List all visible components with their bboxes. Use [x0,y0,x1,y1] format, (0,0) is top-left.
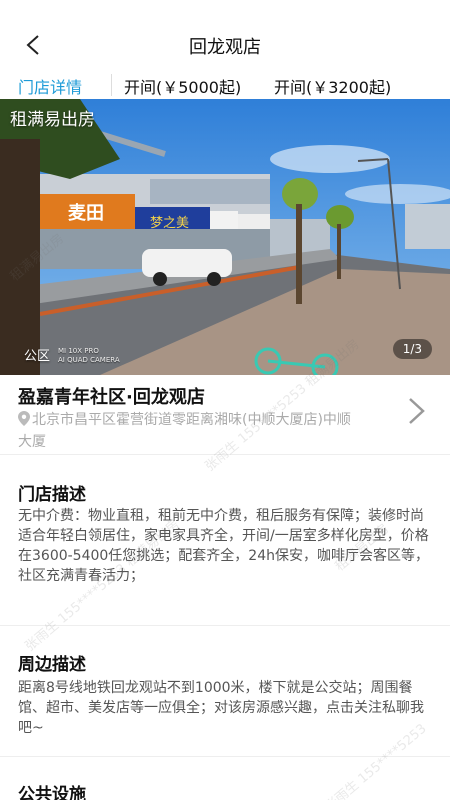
store-address-text: 北京市昌平区霍营街道零距离湘味(中顺大厦店)中顺大厦 [18,412,351,450]
tab-room-type-2[interactable]: 开间(￥3200起) [274,66,391,100]
shop-sign-1: 麦田 [68,202,104,224]
section-divider [0,454,450,455]
chevron-right-icon [409,398,425,424]
camera-line-2: AI QUAD CAMERA [58,356,120,364]
street-photo: 麦田 梦之美 [0,99,450,375]
store-address[interactable]: 北京市昌平区霍营街道零距离湘味(中顺大厦店)中顺大厦 [18,410,358,452]
tab-bar: 门店详情 开间(￥5000起) 开间(￥3200起) [0,66,450,100]
section-divider [0,756,450,757]
camera-line-1: MI 10X PRO [58,347,99,355]
photo-watermark: 租满易出房 [10,110,95,130]
tab-room-type-1[interactable]: 开间(￥5000起) [124,66,241,100]
shop-sign-2: 梦之美 [150,216,189,231]
section-body-surroundings: 距离8号线地铁回龙观站不到1000米，楼下就是公交站；周围餐馆、超市、美发店等一… [18,680,424,736]
store-photo-carousel[interactable]: 麦田 梦之美 租满易出房 公区 MI 10X PRO AI QUAD CAMER… [0,99,450,375]
section-body-store-description: 无中介费：物业直租，租前无中介费，租后服务有保障；装修时尚适合年轻白领居住，家电… [18,508,429,584]
location-pin-icon [18,411,30,432]
store-name: 盈嘉青年社区·回龙观店 [18,387,205,408]
section-divider [0,625,450,626]
tab-divider [111,74,112,96]
photo-area-tag: 公区 [24,349,51,364]
tab-store-details[interactable]: 门店详情 [18,66,82,100]
camera-watermark: MI 10X PRO AI QUAD CAMERA [58,347,120,365]
section-title-surroundings: 周边描述 [18,655,86,675]
page-title: 回龙观店 [189,37,261,58]
address-detail-button[interactable] [404,396,428,426]
section-title-public-facilities: 公共设施 [18,785,86,800]
photo-counter: 1/3 [392,339,432,359]
section-title-store-description: 门店描述 [18,485,86,505]
